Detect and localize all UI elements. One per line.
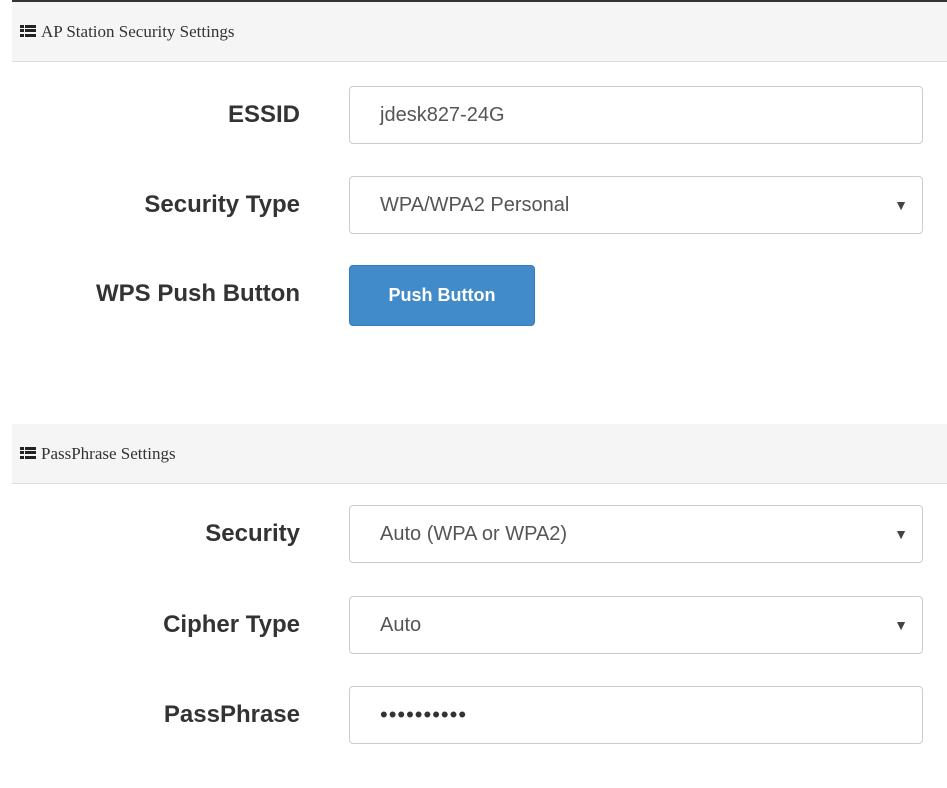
passphrase-label: PassPhrase [163, 701, 300, 728]
caret-down-icon: ▼ [894, 617, 908, 633]
security-type-row: Security Type WPA/WPA2 Personal ▼ [12, 176, 947, 234]
list-icon [20, 446, 36, 459]
ap-station-panel-title: AP Station Security Settings [41, 21, 235, 41]
essid-label: ESSID [227, 101, 300, 128]
security-label: Security [205, 520, 300, 547]
list-icon [20, 24, 36, 37]
passphrase-panel-heading: PassPhrase Settings [12, 424, 947, 484]
security-select[interactable]: Auto (WPA or WPA2) ▼ [349, 505, 923, 563]
cipher-type-value: Auto [380, 614, 422, 636]
security-type-label: Security Type [144, 191, 300, 218]
passphrase-panel-title: PassPhrase Settings [41, 443, 176, 463]
ap-station-panel-heading: AP Station Security Settings [12, 0, 947, 62]
passphrase-input[interactable]: •••••••••• [349, 686, 923, 744]
cipher-type-row: Cipher Type Auto ▼ [12, 596, 947, 654]
security-value: Auto (WPA or WPA2) [380, 523, 568, 545]
ap-station-security-panel: AP Station Security Settings ESSID jdesk… [12, 0, 947, 376]
security-type-select[interactable]: WPA/WPA2 Personal ▼ [349, 176, 923, 234]
caret-down-icon: ▼ [894, 197, 908, 213]
ap-station-panel-body: ESSID jdesk827-24G Security Type WPA/WPA… [12, 62, 947, 376]
security-row: Security Auto (WPA or WPA2) ▼ [12, 505, 947, 563]
security-type-value: WPA/WPA2 Personal [380, 194, 570, 216]
wps-push-button[interactable]: Push Button [349, 265, 535, 326]
passphrase-settings-panel: PassPhrase Settings Security Auto (WPA o… [12, 424, 947, 788]
passphrase-row: PassPhrase •••••••••• [12, 686, 947, 744]
essid-input[interactable]: jdesk827-24G [349, 86, 923, 144]
passphrase-masked-value: •••••••••• [380, 702, 468, 727]
wps-row: WPS Push Button Push Button [12, 265, 947, 326]
wps-label: WPS Push Button [96, 280, 300, 307]
essid-row: ESSID jdesk827-24G [12, 86, 947, 144]
passphrase-panel-body: Security Auto (WPA or WPA2) ▼ Cipher Typ… [12, 484, 947, 788]
caret-down-icon: ▼ [894, 526, 908, 542]
cipher-type-select[interactable]: Auto ▼ [349, 596, 923, 654]
cipher-type-label: Cipher Type [163, 611, 300, 638]
